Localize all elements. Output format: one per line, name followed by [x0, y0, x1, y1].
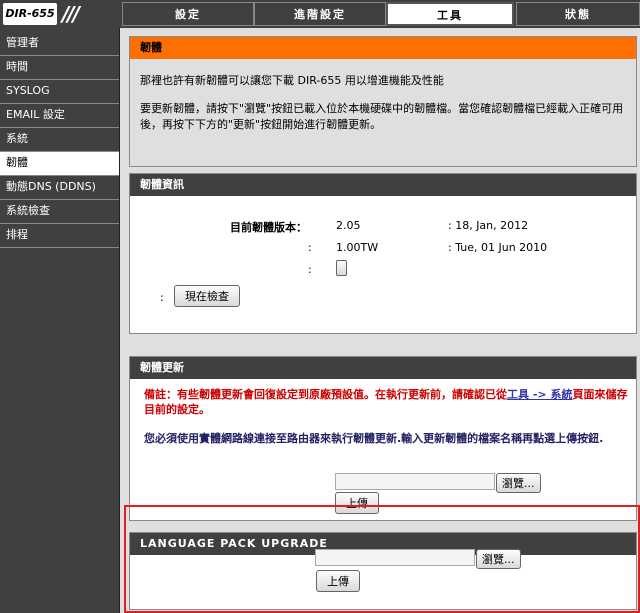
sidebar-item-ddns[interactable]: 動態DNS (DDNS)	[0, 176, 119, 200]
current-version-label: 目前韌體版本：	[230, 221, 307, 234]
check-now-button[interactable]: 現在檢查	[174, 285, 240, 307]
language-pack-date: : Tue, 01 Jun 2010	[448, 241, 548, 254]
firmware-date: : 18, Jan, 2012	[448, 219, 529, 232]
firmware-version: 2.05	[336, 219, 361, 232]
language-pack-panel: LANGUAGE PACK UPGRADE 瀏覽... 上傳	[129, 532, 637, 610]
top-navigation-bar: DIR-655 /// 設定 進階設定 工具 狀態	[0, 0, 640, 28]
firmware-intro-instructions: 要更新韌體，請按下"瀏覽"按鈕已載入位於本機硬碟中的韌體檔。當您確認韌體檔已經載…	[140, 102, 624, 131]
language-browse-button[interactable]: 瀏覽...	[476, 549, 521, 569]
firmware-browse-button[interactable]: 瀏覽...	[496, 473, 541, 493]
empty-colon: :	[308, 263, 312, 276]
language-file-input[interactable]	[315, 549, 475, 566]
main-content: 韌體 那裡也許有新韌體可以讓您下載 DIR-655 用以增進機能及性能 要更新韌…	[120, 28, 640, 613]
firmware-update-instructions: 您必須使用實體網路線連接至路由器來執行韌體更新.輸入更新韌體的檔案名稱再點選上傳…	[144, 432, 604, 445]
firmware-info-panel: 韌體資訊 目前韌體版本： 2.05 : 18, Jan, 2012 : 1.00…	[129, 173, 637, 334]
firmware-update-note: 備註：有些韌體更新會回復設定到原廠預設值。在執行更新前，請確認已從工具 -> 系…	[144, 388, 628, 416]
sidebar: 管理者 時間 SYSLOG EMAIL 設定 系統 韌體 動態DNS (DDNS…	[0, 28, 120, 613]
sidebar-item-syslog[interactable]: SYSLOG	[0, 80, 119, 104]
language-pack-version: 1.00TW	[336, 241, 379, 254]
sidebar-item-schedules[interactable]: 排程	[0, 224, 119, 248]
firmware-intro-text: 那裡也許有新韌體可以讓您下載 DIR-655 用以增進機能及性能	[140, 74, 444, 87]
sidebar-item-time[interactable]: 時間	[0, 56, 119, 80]
logo-slashes: ///	[62, 2, 80, 26]
lang-colon: :	[308, 241, 312, 254]
firmware-info-title: 韌體資訊	[130, 174, 636, 196]
product-logo: DIR-655	[3, 3, 57, 25]
language-upload-button[interactable]: 上傳	[316, 570, 360, 592]
empty-button[interactable]	[336, 260, 347, 276]
firmware-intro-title: 韌體	[130, 37, 636, 59]
tab-status[interactable]: 狀態	[516, 2, 640, 26]
firmware-update-panel: 韌體更新 備註：有些韌體更新會回復設定到原廠預設值。在執行更新前，請確認已從工具…	[129, 356, 637, 521]
tools-system-link[interactable]: 工具 -> 系統	[507, 388, 572, 401]
sidebar-item-email[interactable]: EMAIL 設定	[0, 104, 119, 128]
firmware-update-title: 韌體更新	[130, 357, 636, 379]
tab-setup[interactable]: 設定	[122, 2, 254, 26]
sidebar-item-system-check[interactable]: 系統檢查	[0, 200, 119, 224]
tab-advanced[interactable]: 進階設定	[254, 2, 386, 26]
firmware-intro-panel: 韌體 那裡也許有新韌體可以讓您下載 DIR-655 用以增進機能及性能 要更新韌…	[129, 36, 637, 167]
check-prefix: :	[160, 291, 164, 304]
tab-tools[interactable]: 工具	[386, 2, 514, 26]
firmware-file-input[interactable]	[335, 473, 495, 490]
sidebar-item-firmware[interactable]: 韌體	[0, 152, 119, 176]
sidebar-item-system[interactable]: 系統	[0, 128, 119, 152]
sidebar-item-admin[interactable]: 管理者	[0, 32, 119, 56]
